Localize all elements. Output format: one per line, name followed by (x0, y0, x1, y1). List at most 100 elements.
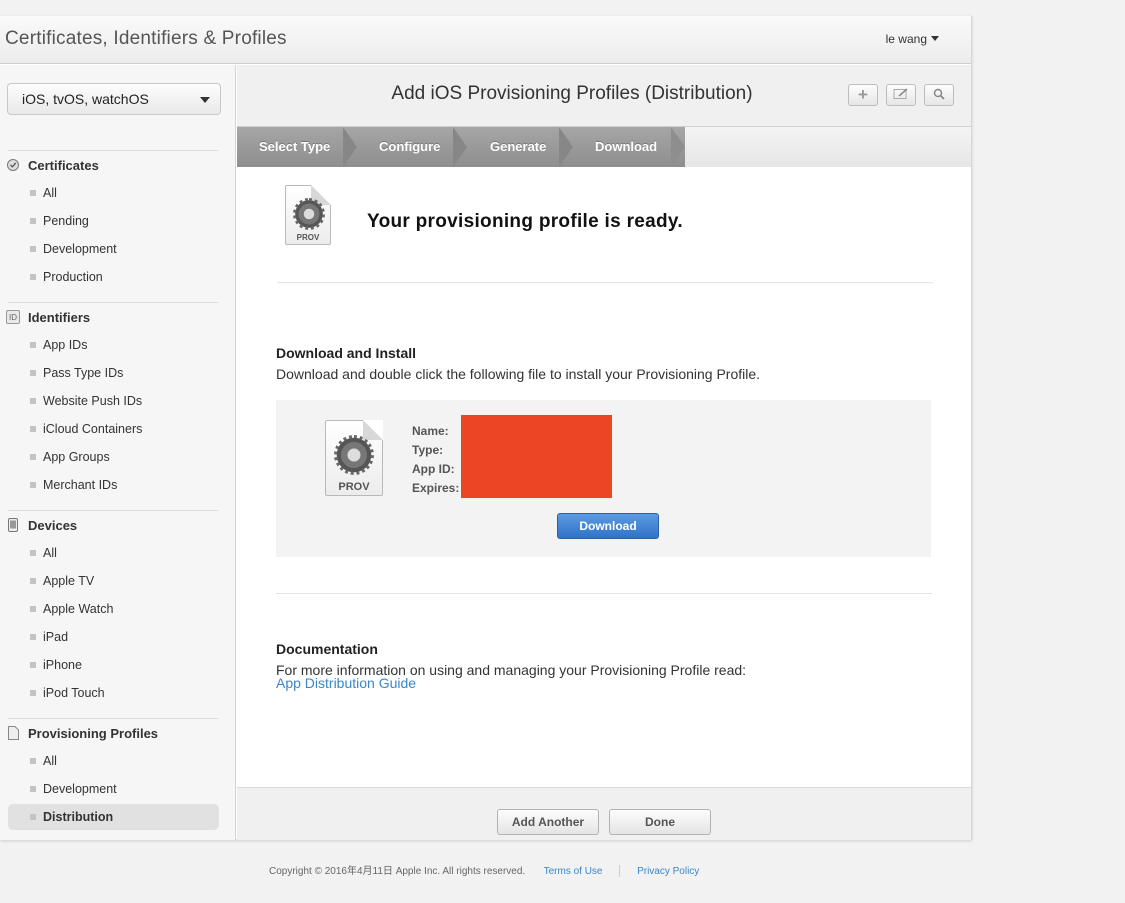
search-button[interactable] (924, 84, 954, 106)
download-heading: Download and Install (276, 345, 417, 361)
bullet-icon (30, 758, 36, 764)
bullet-icon (30, 190, 36, 196)
sidebar-section-label: Devices (28, 517, 78, 533)
step-select-type: Select Type (259, 139, 331, 154)
add-another-button[interactable]: Add Another (497, 809, 599, 835)
step-configure: Configure (379, 139, 441, 154)
field-type-label: Type: (412, 443, 444, 457)
prov-label: PROV (296, 233, 320, 242)
certificate-icon (6, 158, 20, 172)
bullet-icon (30, 274, 36, 280)
sidebar-section-provisioning-profiles[interactable]: Provisioning Profiles (6, 724, 158, 742)
sidebar-item-label: Website Push IDs (43, 394, 143, 408)
privacy-policy-link[interactable]: Privacy Policy (637, 866, 699, 877)
terms-of-use-link[interactable]: Terms of Use (544, 866, 603, 877)
bullet-icon (30, 786, 36, 792)
sidebar-section-label: Provisioning Profiles (28, 725, 159, 741)
add-button[interactable]: + (848, 84, 878, 106)
sidebar-item-label: Development (43, 242, 117, 256)
sidebar-divider (8, 510, 218, 511)
sidebar-item-profiles-development[interactable]: Development (8, 776, 219, 802)
sidebar-item-label: iPod Touch (43, 686, 105, 700)
sidebar-item-label: iPhone (43, 658, 82, 672)
sidebar-item-label: iCloud Containers (43, 422, 143, 436)
page-fold (363, 420, 383, 440)
sidebar-section-devices[interactable]: Devices (6, 516, 77, 534)
divider (276, 593, 932, 594)
plus-icon: + (858, 85, 868, 104)
sidebar-item-app-groups[interactable]: App Groups (8, 444, 219, 470)
sidebar-divider (8, 150, 218, 151)
sidebar-item-certificates-development[interactable]: Development (8, 236, 219, 262)
caret-down-icon (931, 36, 939, 41)
sidebar-section-label: Identifiers (28, 309, 91, 325)
sidebar-item-label: Apple Watch (43, 602, 114, 616)
sidebar-item-ipod-touch[interactable]: iPod Touch (8, 680, 219, 706)
sidebar-item-label: App Groups (43, 450, 110, 464)
step-indicator: Select Type Configure Generate Download (237, 127, 971, 167)
bullet-icon (30, 578, 36, 584)
user-name: le wang (885, 32, 927, 46)
sidebar-item-ipad[interactable]: iPad (8, 624, 219, 650)
bullet-icon (30, 634, 36, 640)
bullet-icon (30, 814, 36, 820)
platform-select[interactable]: iOS, tvOS, watchOS (7, 83, 221, 115)
sidebar-item-distribution[interactable]: Distribution (8, 804, 219, 830)
field-app-id-label: App ID: (412, 462, 455, 476)
bullet-icon (30, 426, 36, 432)
edit-button[interactable] (886, 84, 916, 106)
sidebar-item-label: All (43, 754, 57, 768)
sidebar-item-label: Pass Type IDs (43, 366, 124, 380)
sidebar-item-apple-tv[interactable]: Apple TV (8, 568, 219, 594)
top-bar: Certificates, Identifiers & Profiles le … (0, 16, 971, 64)
sidebar-item-merchant-ids[interactable]: Merchant IDs (8, 472, 219, 498)
sidebar-item-label: Production (43, 270, 103, 284)
documentation-heading: Documentation (276, 641, 378, 657)
app-window: Certificates, Identifiers & Profiles le … (0, 16, 972, 840)
sidebar-item-pass-type-ids[interactable]: Pass Type IDs (8, 360, 219, 386)
search-icon (933, 87, 945, 103)
sidebar-item-certificates-all[interactable]: All (8, 180, 219, 206)
sidebar-item-devices-all[interactable]: All (8, 540, 219, 566)
divider (277, 282, 933, 283)
caret-down-icon (200, 97, 210, 103)
sidebar-item-label: All (43, 186, 57, 200)
bullet-icon (30, 606, 36, 612)
bullet-icon (30, 662, 36, 668)
step-separator (559, 127, 573, 167)
sidebar-item-website-push-ids[interactable]: Website Push IDs (8, 388, 219, 414)
sidebar-item-label: All (43, 546, 57, 560)
profile-info-box: PROV Name: Type: App ID: Expires: Downlo… (276, 400, 931, 557)
sidebar-item-label: iPad (43, 630, 69, 644)
sidebar-item-app-ids[interactable]: App IDs (8, 332, 219, 358)
step-separator (343, 127, 357, 167)
bullet-icon (30, 342, 36, 348)
user-menu[interactable]: le wang (886, 32, 939, 46)
sidebar-item-apple-watch[interactable]: Apple Watch (8, 596, 219, 622)
ready-message: Your provisioning profile is ready. (367, 211, 683, 232)
sidebar-item-pending[interactable]: Pending (8, 208, 219, 234)
sidebar-item-icloud-containers[interactable]: iCloud Containers (8, 416, 219, 442)
gear-icon (334, 435, 374, 475)
redacted-values (461, 415, 612, 498)
sidebar-item-profiles-all[interactable]: All (8, 748, 219, 774)
sidebar-item-label: Apple TV (43, 574, 95, 588)
app-distribution-guide-link[interactable]: App Distribution Guide (276, 675, 416, 691)
sidebar-section-certificates[interactable]: Certificates (6, 156, 99, 174)
field-expires-label: Expires: (412, 481, 460, 495)
sidebar-item-label: Pending (43, 214, 89, 228)
sidebar-item-iphone[interactable]: iPhone (8, 652, 219, 678)
page-footer: Copyright © 2016年4月11日 Apple Inc. All ri… (269, 862, 699, 878)
platform-select-value: iOS, tvOS, watchOS (22, 91, 149, 107)
gear-icon (293, 198, 325, 230)
field-name-label: Name: (412, 424, 449, 438)
sidebar-item-production[interactable]: Production (8, 264, 219, 290)
device-icon (6, 518, 20, 532)
download-button[interactable]: Download (557, 513, 659, 539)
id-icon: ID (6, 310, 20, 324)
app-title: Certificates, Identifiers & Profiles (5, 28, 287, 49)
footer-separator (619, 865, 621, 878)
sidebar-section-identifiers[interactable]: ID Identifiers (6, 308, 90, 326)
step-separator (453, 127, 467, 167)
done-button[interactable]: Done (609, 809, 711, 835)
